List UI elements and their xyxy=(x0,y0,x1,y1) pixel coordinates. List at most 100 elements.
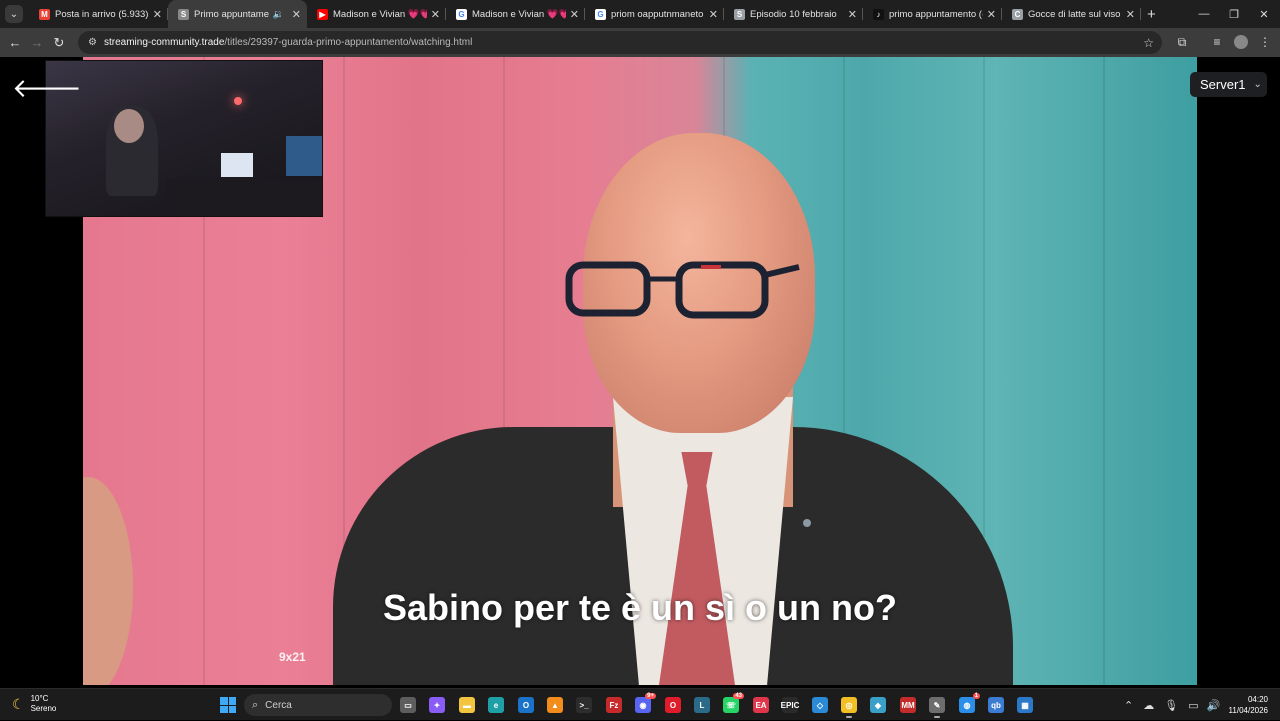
site-icon: S xyxy=(178,8,189,20)
whatsapp-icon[interactable]: ☏ 43 xyxy=(723,693,744,713)
close-tab-icon[interactable]: ✕ xyxy=(709,8,718,21)
network-icon[interactable]: ▭ xyxy=(1188,699,1198,712)
app-glyph: O xyxy=(522,700,530,710)
browser-tab[interactable]: Gpriom oapputnmaneto pr ✕ xyxy=(585,0,724,28)
new-tab-button[interactable]: + xyxy=(1147,6,1156,23)
edge-icon[interactable]: e xyxy=(488,697,504,713)
app-glyph: MM xyxy=(901,700,915,710)
clock[interactable]: 04:20 11/04/2026 xyxy=(1222,694,1268,716)
url-path: /titles/29397-guarda-primo-appuntamento/… xyxy=(224,37,473,48)
tab-title: priom oapputnmaneto pr xyxy=(611,8,705,20)
speaker-icon[interactable]: 🔉 xyxy=(273,9,284,20)
weather-widget[interactable]: ☾ 10°C Sereno xyxy=(12,694,56,714)
app-glyph: O xyxy=(669,700,677,710)
browser-tab[interactable]: S Primo appuntamento 🔉 ✕ xyxy=(168,0,307,28)
app-glyph: >_ xyxy=(579,700,589,710)
librewolf-icon[interactable]: L xyxy=(694,697,710,713)
media-player-icon[interactable]: MM xyxy=(900,697,916,713)
cloud-icon[interactable]: ☁ xyxy=(1143,699,1154,712)
app-glyph: ◇ xyxy=(816,700,824,710)
address-bar[interactable]: ⚙ streaming-community.trade/titles/29397… xyxy=(78,31,1162,54)
app-glyph: ▦ xyxy=(1021,700,1029,710)
ea-app-icon[interactable]: EA xyxy=(753,697,769,713)
close-tab-icon[interactable]: ✕ xyxy=(153,8,162,21)
tab-title: Primo appuntamento xyxy=(194,8,269,20)
site-info-icon[interactable]: ⚙ xyxy=(88,37,97,48)
close-tab-icon[interactable]: ✕ xyxy=(987,8,996,21)
close-tab-icon[interactable]: ✕ xyxy=(570,8,579,21)
close-tab-icon[interactable]: ✕ xyxy=(1126,8,1135,21)
vlc-icon[interactable]: ▲ xyxy=(547,697,563,713)
chevron-up-icon[interactable]: ⌃ xyxy=(1124,699,1133,712)
media-control-icon[interactable]: ≡ xyxy=(1206,31,1228,53)
close-tab-icon[interactable]: ✕ xyxy=(431,8,440,21)
forward-button[interactable]: → xyxy=(26,32,48,54)
photos-icon[interactable]: ▦ xyxy=(1017,697,1033,713)
notification-badge: 43 xyxy=(733,693,744,699)
browser-tab[interactable]: S Episodio 10 febbraio ✕ xyxy=(724,0,863,28)
arrow-left-icon: 🡐 xyxy=(12,73,82,103)
reload-button[interactable]: ↻ xyxy=(48,32,70,54)
player-back-button[interactable]: 🡐 xyxy=(12,73,82,104)
chrome-icon[interactable]: ◎ xyxy=(841,697,857,718)
subtitle: Sabino per te è un sì o un no? xyxy=(382,587,898,628)
browser-tab[interactable]: C Gocce di latte sul viso - G ✕ xyxy=(1002,0,1141,28)
opera-icon[interactable]: O xyxy=(665,697,681,713)
close-tab-icon[interactable]: ✕ xyxy=(292,8,301,21)
tab-title: Posta in arrivo (5.933) - d xyxy=(55,8,149,20)
pen-app-icon[interactable]: ✎ xyxy=(929,697,945,718)
lapel-pin xyxy=(803,519,811,527)
bookmark-star-icon[interactable]: ☆ xyxy=(1143,36,1154,50)
copilot-icon[interactable]: ✦ xyxy=(429,697,445,713)
terminal-icon[interactable]: >_ xyxy=(576,697,592,713)
server-select[interactable]: Server1 ⌄ xyxy=(1190,72,1267,97)
profile-avatar[interactable] xyxy=(1230,31,1252,53)
tab-search-button[interactable]: ⌄ xyxy=(5,5,23,23)
browser-tab[interactable]: ♪ primo appuntamento (@j ✕ xyxy=(863,0,1002,28)
clock-date: 11/04/2026 xyxy=(1228,706,1268,715)
restore-button[interactable]: ❐ xyxy=(1218,0,1250,28)
video-player[interactable]: Sabino per te è un sì o un no? 9x21 🡐 Se… xyxy=(0,57,1280,685)
task-view-icon[interactable]: ▭ xyxy=(400,697,416,713)
notification-badge: 1 xyxy=(972,693,980,699)
moon-icon: ☾ xyxy=(12,696,25,712)
browser-toolbar: ← → ↻ ⚙ streaming-community.trade/titles… xyxy=(0,28,1280,57)
menu-icon[interactable]: ⋮ xyxy=(1254,31,1276,53)
app-glyph: ◍ xyxy=(963,700,971,710)
taskbar: ☾ 10°C Sereno ⌕ Cerca ▭ ✦ ▬ e O ▲ >_ Fz ◉ 9+ O L ☏ 43… xyxy=(0,688,1280,720)
back-button[interactable]: ← xyxy=(4,32,26,54)
browser-tab[interactable]: G Madison e Vivian 💗💗💗 ✕ xyxy=(446,0,585,28)
close-tab-icon[interactable]: ✕ xyxy=(848,8,857,21)
extensions-icon[interactable]: ⧉ xyxy=(1171,31,1193,53)
app-glyph: ☏ xyxy=(725,700,736,710)
file-explorer-icon[interactable]: ▬ xyxy=(459,697,475,713)
start-button[interactable] xyxy=(220,697,236,713)
vscode-icon[interactable]: ◇ xyxy=(812,697,828,713)
weather-temp: 10°C xyxy=(30,694,49,703)
search-placeholder: Cerca xyxy=(265,699,292,711)
url-host: streaming-community.trade xyxy=(103,37,225,48)
app-icon[interactable]: ◆ xyxy=(870,697,886,713)
reload-icon: ↻ xyxy=(53,34,65,50)
search-box[interactable]: ⌕ Cerca xyxy=(244,694,392,716)
chat-app-icon[interactable]: ◍ 1 xyxy=(959,693,980,713)
filezilla-icon[interactable]: Fz xyxy=(606,697,622,713)
app-glyph: L xyxy=(699,700,705,710)
close-window-button[interactable]: ✕ xyxy=(1248,0,1280,28)
epic-games-icon[interactable]: EPIC xyxy=(780,697,800,713)
chevron-down-icon: ⌄ xyxy=(9,8,19,20)
tab-title: primo appuntamento (@j xyxy=(889,8,983,20)
browser-tab[interactable]: ▶ Madison e Vivian 💗💗💗 ✕ xyxy=(307,0,446,28)
tab-strip: ⌄ M Posta in arrivo (5.933) - d ✕ S Primo ap… xyxy=(0,0,1280,28)
app-glyph: Fz xyxy=(609,700,619,710)
volume-icon[interactable]: 🔊 xyxy=(1207,699,1221,712)
qbittorrent-icon[interactable]: qb xyxy=(988,697,1004,713)
google-icon: G xyxy=(456,8,467,20)
browser-tab[interactable]: M Posta in arrivo (5.933) - d ✕ xyxy=(29,0,168,28)
minimize-button[interactable]: — xyxy=(1188,0,1220,28)
webcam-overlay xyxy=(45,60,323,217)
microphone-icon[interactable]: 🎙 xyxy=(1164,699,1178,712)
outlook-icon[interactable]: O xyxy=(518,697,534,713)
discord-icon[interactable]: ◉ 9+ xyxy=(635,693,656,713)
app-glyph: EPIC xyxy=(780,700,800,710)
